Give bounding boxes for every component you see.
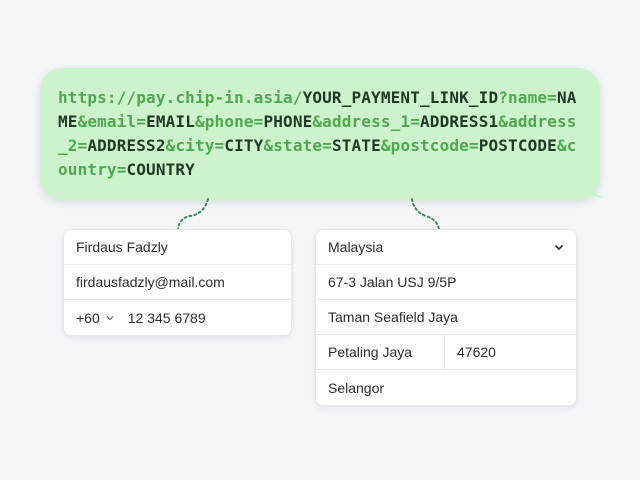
city-field[interactable]: Petaling Jaya	[316, 335, 445, 369]
url-param-key: &state=	[263, 136, 332, 155]
address-line-1-field[interactable]: 67-3 Jalan USJ 9/5P	[316, 265, 576, 300]
address-line-2-field[interactable]: Taman Seafield Jaya	[316, 300, 576, 335]
address-line-1-value: 67-3 Jalan USJ 9/5P	[328, 274, 457, 290]
chevron-down-icon	[554, 244, 564, 250]
url-param-key: &city=	[165, 136, 225, 155]
name-value: Firdaus Fadzly	[76, 239, 168, 255]
postcode-field[interactable]: 47620	[445, 335, 576, 369]
url-param-key: ?name=	[498, 88, 557, 107]
city-postcode-row: Petaling Jaya 47620	[316, 335, 576, 370]
url-param-value: PHONE	[263, 112, 313, 131]
url-param-value: CITY	[224, 136, 264, 155]
name-field[interactable]: Firdaus Fadzly	[64, 230, 291, 265]
email-value: firdausfadzly@mail.com	[76, 274, 225, 290]
address-form-card: Malaysia 67-3 Jalan USJ 9/5P Taman Seafi…	[315, 229, 577, 406]
url-param-value: POSTCODE	[478, 136, 557, 155]
country-value: Malaysia	[328, 239, 384, 255]
state-field[interactable]: Selangor	[316, 370, 576, 405]
city-value: Petaling Jaya	[328, 344, 413, 360]
url-param-value: STATE	[331, 136, 381, 155]
connector-contact	[177, 198, 209, 231]
url-param-key: &postcode=	[380, 136, 479, 155]
country-select[interactable]: Malaysia	[316, 230, 576, 265]
url-param-value: ADDRESS2	[87, 136, 166, 155]
email-field[interactable]: firdausfadzly@mail.com	[64, 265, 291, 300]
phone-code-select[interactable]: +60	[76, 310, 114, 326]
url-param-value: ADDRESS1	[420, 112, 499, 131]
url-message-bubble: https://pay.chip-in.asia/YOUR_PAYMENT_LI…	[40, 68, 600, 199]
url-param-key: https://pay.chip-in.asia/	[58, 88, 303, 107]
phone-number-value[interactable]: 12 345 6789	[128, 310, 206, 326]
bubble-tail	[582, 176, 606, 198]
url-param-value: YOUR_PAYMENT_LINK_ID	[302, 88, 499, 107]
url-param-value: EMAIL	[146, 112, 195, 131]
chevron-down-icon	[106, 315, 114, 320]
payment-link-url: https://pay.chip-in.asia/YOUR_PAYMENT_LI…	[58, 86, 582, 182]
state-value: Selangor	[328, 379, 385, 396]
postcode-value: 47620	[457, 344, 496, 360]
url-param-key: &phone=	[194, 112, 264, 131]
address-line-2-value: Taman Seafield Jaya	[328, 309, 458, 325]
phone-field: +60 12 345 6789	[64, 300, 291, 335]
contact-form-card: Firdaus Fadzly firdausfadzly@mail.com +6…	[63, 229, 292, 336]
connector-address	[411, 198, 440, 231]
phone-code-value: +60	[76, 309, 100, 326]
url-param-key: &email=	[77, 112, 147, 131]
url-param-value: COUNTRY	[126, 160, 195, 179]
url-param-key: &address_1=	[312, 112, 421, 131]
